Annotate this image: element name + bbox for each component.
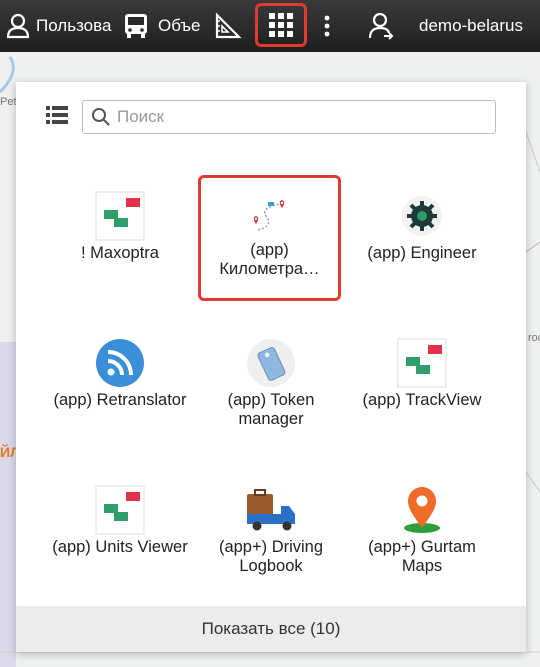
- account-name: demo-belarus: [419, 16, 523, 35]
- vertical-dots-icon: [324, 15, 330, 37]
- list-view-toggle[interactable]: [46, 105, 68, 130]
- trackview-icon: [397, 338, 447, 388]
- app-tile-label: (app) TrackView: [362, 391, 482, 409]
- maxoptra-icon: [95, 191, 145, 241]
- app-tile-token-manager[interactable]: (app) Token manager: [201, 325, 341, 449]
- app-tile-retranslator[interactable]: (app) Retranslator: [50, 325, 190, 449]
- rss-icon: [96, 339, 144, 387]
- app-tile-kilometrazh[interactable]: (app) Километра…: [198, 175, 341, 301]
- apps-grid-button[interactable]: [255, 3, 307, 47]
- app-tile-label: (app) Engineer: [367, 244, 477, 262]
- account-menu[interactable]: demo-belarus: [368, 0, 523, 52]
- users-menu-label: Пользова: [36, 16, 112, 35]
- map-place-label: rod: [528, 332, 540, 344]
- gear-icon: [402, 196, 442, 236]
- truck-icon: [247, 489, 295, 531]
- bus-icon: [125, 14, 147, 38]
- users-menu[interactable]: Пользова: [6, 0, 111, 52]
- account-user-icon: [368, 12, 394, 40]
- apps-grid-icon: [269, 13, 293, 37]
- units-viewer-icon: [95, 485, 145, 535]
- app-tile-label: (app) Retranslator: [53, 391, 187, 409]
- app-tile-label: (app+) Gurtam Maps: [368, 538, 476, 575]
- more-menu-button[interactable]: [322, 0, 332, 52]
- app-tile-driving-logbook[interactable]: (app+) Driving Logbook: [201, 472, 341, 596]
- app-tile-gurtam-maps[interactable]: (app+) Gurtam Maps: [352, 472, 492, 596]
- tag-icon: [247, 339, 295, 387]
- app-tile-engineer[interactable]: (app) Engineer: [352, 178, 492, 302]
- user-icon: [6, 13, 30, 39]
- objects-menu[interactable]: Объе: [122, 0, 200, 52]
- app-tile-label: (app) Километра…: [219, 241, 320, 278]
- objects-menu-label: Объе: [158, 16, 201, 35]
- route-icon: [253, 200, 284, 231]
- measure-tool-button[interactable]: [214, 0, 242, 52]
- search-box: [82, 100, 496, 134]
- map-pin-icon: [404, 487, 440, 533]
- app-tile-label: (app) Units Viewer: [52, 538, 188, 556]
- ruler-triangle-icon: [215, 12, 242, 39]
- app-tile-trackview[interactable]: (app) TrackView: [352, 325, 492, 449]
- top-navigation-bar: Пользова Объе demo-belarus: [0, 0, 540, 52]
- search-input[interactable]: [115, 106, 479, 128]
- show-all-button[interactable]: Показать все (10): [16, 606, 526, 652]
- app-tile-maxoptra[interactable]: ! Maxoptra: [50, 178, 190, 302]
- app-tile-label: ! Maxoptra: [81, 244, 159, 262]
- show-all-label: Показать все (10): [201, 619, 341, 638]
- search-icon: [92, 108, 110, 126]
- apps-dropdown-panel: ! Maxoptra (app) Километра… (app) Engine…: [16, 82, 526, 652]
- list-icon: [46, 106, 68, 124]
- app-tile-units-viewer[interactable]: (app) Units Viewer: [50, 472, 190, 596]
- app-tile-label: (app) Token manager: [227, 391, 315, 428]
- app-tile-label: (app+) Driving Logbook: [218, 538, 324, 575]
